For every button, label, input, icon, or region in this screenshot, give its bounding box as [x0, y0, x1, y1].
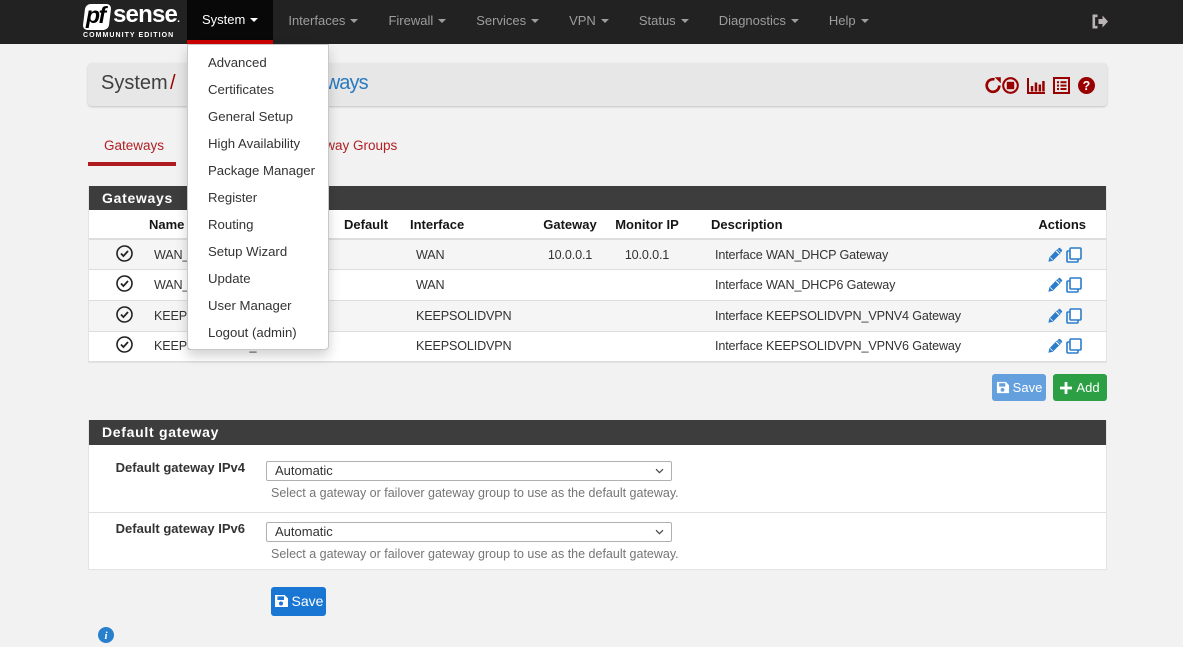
svg-text:?: ? — [1083, 79, 1091, 93]
